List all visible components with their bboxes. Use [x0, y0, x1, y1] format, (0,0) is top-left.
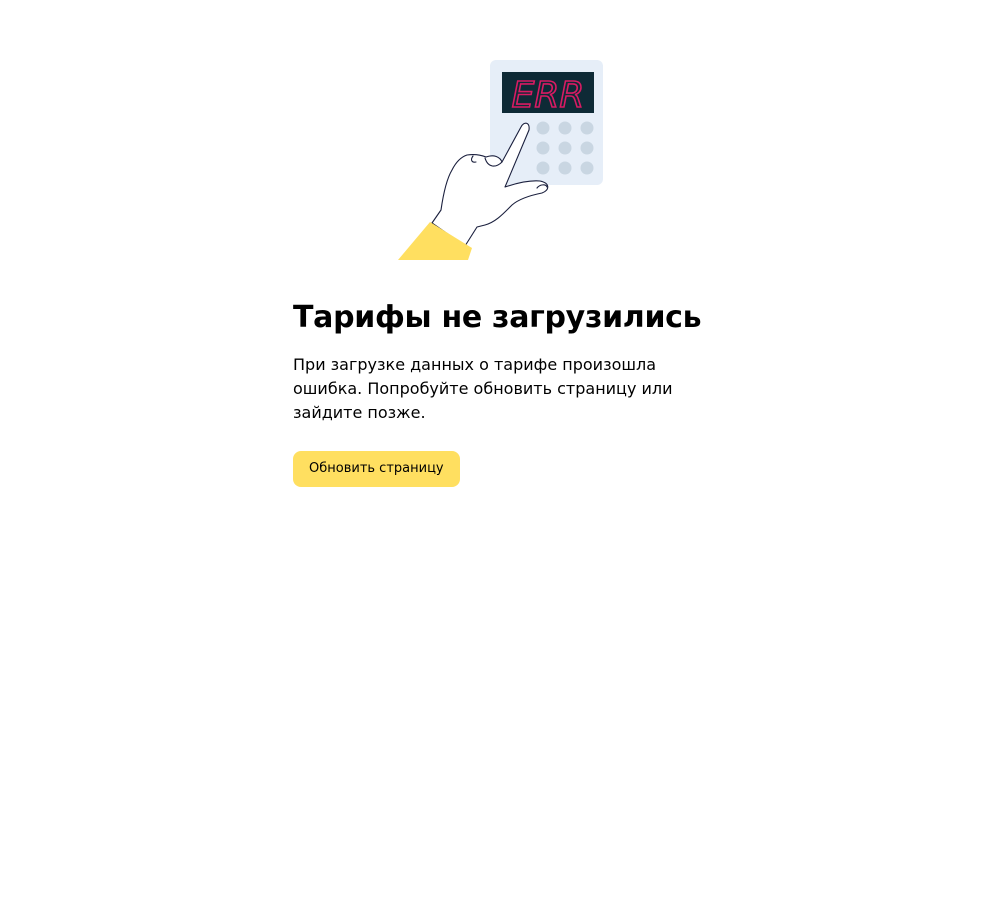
- error-description: При загрузке данных о тарифе произошла о…: [293, 355, 673, 422]
- error-page: ERR Тарифы не загрузились При загрузке д…: [0, 0, 1000, 900]
- calculator-keypad: [536, 121, 594, 175]
- refresh-page-button[interactable]: Обновить страницу: [293, 451, 460, 487]
- hand-pressing-calculator-icon: ERR: [398, 60, 603, 260]
- calculator-display-text: ERR: [512, 75, 585, 116]
- page-title: Тарифы не загрузились: [293, 300, 702, 335]
- error-message: Тарифы не загрузились При загрузке данны…: [293, 296, 713, 487]
